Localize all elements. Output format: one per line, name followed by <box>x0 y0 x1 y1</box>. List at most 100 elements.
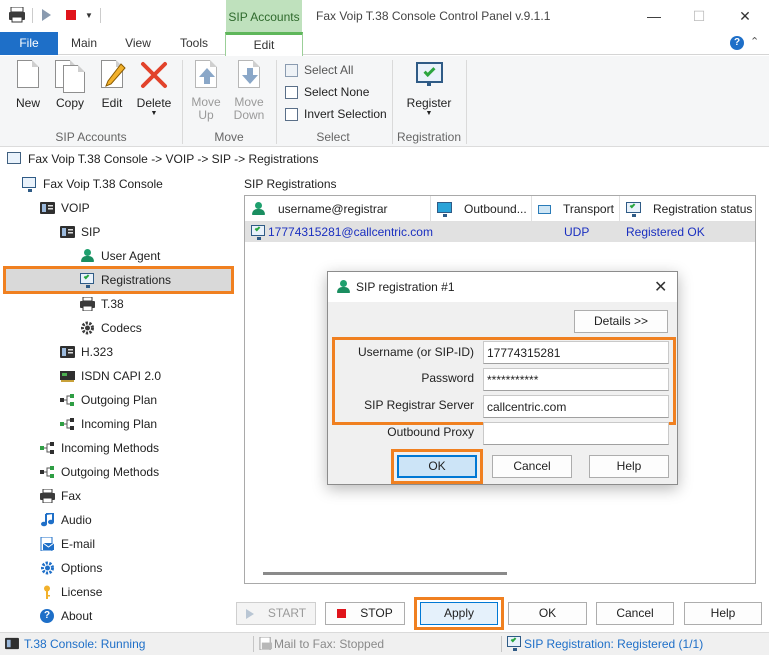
monitor-icon <box>7 152 21 164</box>
registrations-monitor-icon <box>626 202 641 217</box>
dialog-ok-button[interactable]: OK <box>397 455 477 478</box>
divider <box>32 8 33 23</box>
tab-view[interactable]: View <box>112 32 164 55</box>
invert-selection-button[interactable]: Invert Selection <box>285 104 387 124</box>
username-field[interactable] <box>483 341 669 364</box>
chevron-down-icon: ▼ <box>425 110 433 117</box>
tab-main[interactable]: Main <box>58 32 110 55</box>
tab-file[interactable]: File <box>0 32 58 55</box>
tab-tools[interactable]: Tools <box>166 32 222 55</box>
email-icon <box>259 636 273 653</box>
panel-title: SIP Registrations <box>244 177 337 191</box>
tree-item-outgoing-plan[interactable]: Outgoing Plan <box>0 388 236 412</box>
cancel-button[interactable]: Cancel <box>596 602 674 625</box>
tree-item-h323[interactable]: H.323 <box>0 340 236 364</box>
register-monitor-icon <box>414 60 444 92</box>
registrar-field[interactable] <box>483 395 669 418</box>
fax-machine-icon <box>80 296 95 312</box>
column-header-status[interactable]: Registration status <box>620 196 755 222</box>
group-divider <box>276 60 277 144</box>
new-label: New <box>15 96 40 110</box>
flow-icon <box>60 417 75 431</box>
tab-edit[interactable]: Edit <box>225 32 303 56</box>
register-button[interactable]: Register ▼ <box>402 60 456 118</box>
chevron-down-icon: ▼ <box>150 110 158 117</box>
dialog-title: SIP registration #1 <box>356 280 455 294</box>
delete-label: Delete <box>136 96 172 110</box>
column-header-outbound[interactable]: Outbound... <box>431 196 532 222</box>
tree-item-license[interactable]: License <box>0 580 236 604</box>
move-down-button[interactable]: Move Down <box>230 60 268 122</box>
tree-item-t38[interactable]: T.38 <box>0 292 236 316</box>
move-up-button[interactable]: Move Up <box>188 60 224 122</box>
group-divider <box>392 60 393 144</box>
tree-item-voip[interactable]: VOIP <box>0 196 236 220</box>
group-divider <box>466 60 467 144</box>
table-row[interactable]: 17774315281@callcentric.com UDP Register… <box>245 222 755 242</box>
flow-icon <box>40 441 55 455</box>
play-icon[interactable] <box>42 9 51 21</box>
monitor-icon <box>437 202 452 217</box>
breadcrumb-bar: Fax Voip T.38 Console -> VOIP -> SIP -> … <box>0 148 769 170</box>
tree-item-isdn[interactable]: ISDN CAPI 2.0 <box>0 364 236 388</box>
group-divider <box>182 60 183 144</box>
horizontal-scrollbar[interactable] <box>263 572 507 575</box>
select-none-label: Select None <box>304 85 370 99</box>
group-label-sip-accounts: SIP Accounts <box>55 130 127 144</box>
tree-item-incoming-plan[interactable]: Incoming Plan <box>0 412 236 436</box>
customize-toolbar-icon[interactable]: ▼ <box>85 11 93 20</box>
select-none-button[interactable]: Select None <box>285 82 387 102</box>
tree-item-outgoing-methods[interactable]: Outgoing Methods <box>0 460 236 484</box>
stop-button[interactable]: STOP <box>325 602 405 625</box>
isdn-card-icon <box>60 369 75 383</box>
start-button[interactable]: START <box>236 602 316 625</box>
collapse-ribbon-icon[interactable]: ⌃ <box>750 35 759 48</box>
tree-item-label: Registrations <box>101 273 172 287</box>
key-icon <box>40 585 55 599</box>
dialog-cancel-button[interactable]: Cancel <box>492 455 572 478</box>
ok-button[interactable]: OK <box>508 602 587 625</box>
status-mail-to-fax: Mail to Fax: Stopped <box>274 637 385 651</box>
tree-item-email[interactable]: E-mail <box>0 532 236 556</box>
column-header-transport[interactable]: Transport <box>532 196 620 222</box>
tree-item-label: User Agent <box>101 249 161 263</box>
maximize-button[interactable]: ☐ <box>689 8 709 25</box>
tree-item-incoming-methods[interactable]: Incoming Methods <box>0 436 236 460</box>
password-field[interactable] <box>483 368 669 391</box>
column-header-username[interactable]: username@registrar <box>245 196 431 222</box>
tree-item-audio[interactable]: Audio <box>0 508 236 532</box>
tree-item-label: License <box>61 585 103 599</box>
details-button[interactable]: Details >> <box>574 310 668 333</box>
close-button[interactable]: ✕ <box>735 8 755 25</box>
copy-button[interactable]: Copy <box>52 60 88 110</box>
tree-item-options[interactable]: Options <box>0 556 236 580</box>
tree-item-label: E-mail <box>61 537 96 551</box>
table-header: username@registrar Outbound... Transport… <box>245 196 755 222</box>
tree-item-user-agent[interactable]: User Agent <box>0 244 236 268</box>
fax-machine-icon <box>40 488 55 504</box>
tree-item-label: About <box>61 609 93 623</box>
tree-item-registrations[interactable]: Registrations <box>0 268 236 292</box>
apply-button[interactable]: Apply <box>420 602 498 625</box>
phone-icon <box>40 201 55 215</box>
music-note-icon <box>40 511 55 527</box>
tree-item-fax[interactable]: Fax <box>0 484 236 508</box>
new-button[interactable]: New <box>10 60 46 110</box>
divider <box>501 636 502 652</box>
stop-icon[interactable] <box>66 10 76 20</box>
help-icon[interactable]: ? <box>730 36 744 50</box>
delete-button[interactable]: Delete ▼ <box>134 60 174 118</box>
tree-item-about[interactable]: ? About <box>0 604 236 628</box>
tree-item-console[interactable]: Fax Voip T.38 Console <box>0 172 236 196</box>
help-button[interactable]: Help <box>684 602 762 625</box>
outbound-proxy-field[interactable] <box>483 422 669 445</box>
fax-machine-icon[interactable] <box>8 6 26 23</box>
select-all-button[interactable]: Select All <box>285 60 387 80</box>
dialog-close-button[interactable]: ✕ <box>654 277 667 297</box>
dialog-help-button[interactable]: Help <box>589 455 669 478</box>
tree-item-sip[interactable]: SIP <box>0 220 236 244</box>
edit-button[interactable]: Edit <box>94 60 130 110</box>
stop-icon <box>337 609 347 618</box>
minimize-button[interactable]: — <box>644 8 664 24</box>
tree-item-codecs[interactable]: Codecs <box>0 316 236 340</box>
